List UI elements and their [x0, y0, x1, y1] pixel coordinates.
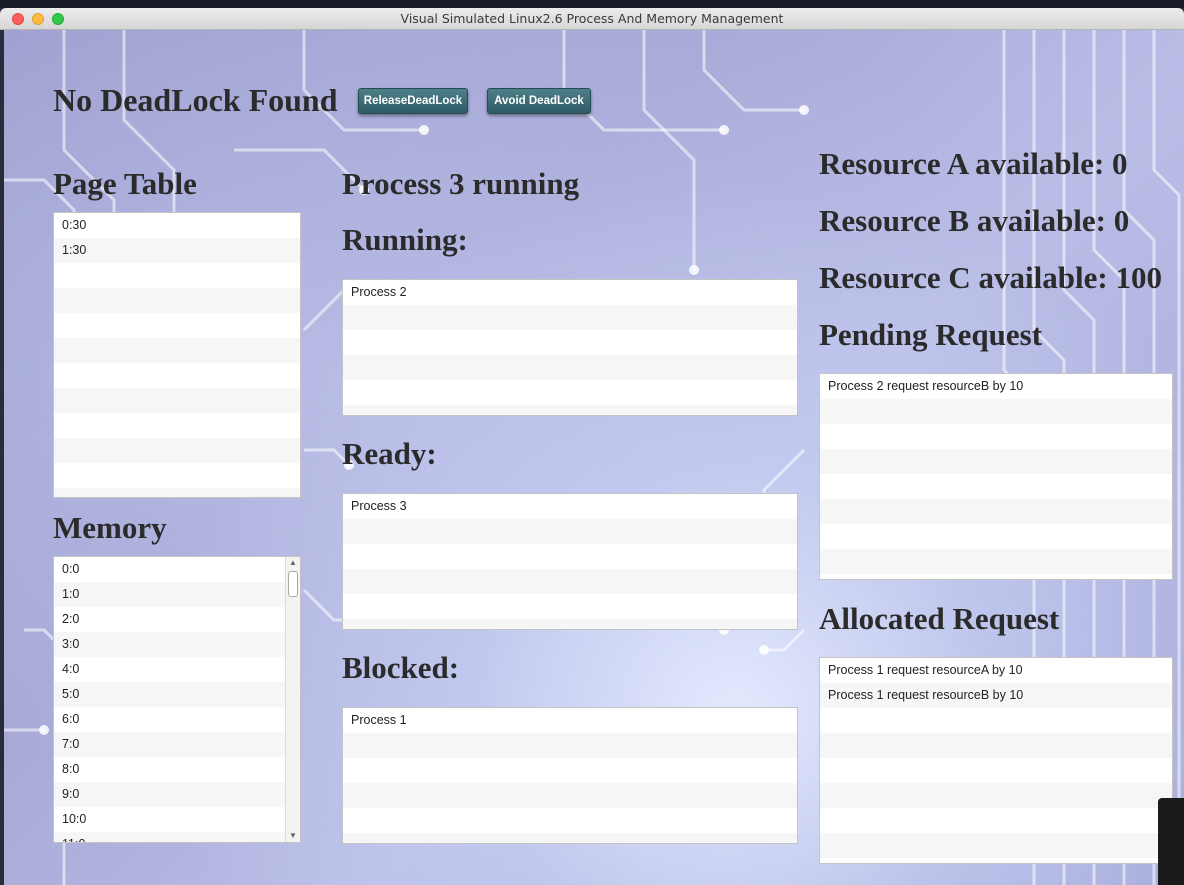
deadlock-status: No DeadLock Found: [53, 82, 338, 118]
list-item[interactable]: [54, 388, 300, 413]
list-item[interactable]: [820, 524, 1172, 549]
memory-scrollbar[interactable]: ▲ ▼: [285, 557, 300, 842]
list-item[interactable]: [820, 733, 1172, 758]
resource-b-status: Resource B available: 0: [819, 203, 1130, 238]
blocked-list[interactable]: Process 1: [342, 707, 798, 844]
list-item[interactable]: 10:0: [54, 807, 285, 832]
blocked-heading: Blocked:: [342, 650, 460, 685]
scroll-thumb[interactable]: [288, 571, 298, 597]
list-item[interactable]: [343, 305, 797, 330]
list-item[interactable]: [343, 733, 797, 758]
list-item[interactable]: Process 2 request resourceB by 10: [820, 374, 1172, 399]
list-item[interactable]: [343, 569, 797, 594]
list-item[interactable]: [820, 549, 1172, 574]
list-item[interactable]: [343, 783, 797, 808]
list-item[interactable]: [820, 574, 1172, 579]
list-item[interactable]: [820, 449, 1172, 474]
window-title: Visual Simulated Linux2.6 Process And Me…: [400, 11, 784, 26]
current-process-status: Process 3 running: [342, 166, 580, 201]
list-item[interactable]: [54, 288, 300, 313]
main-panel: No DeadLock Found ReleaseDeadLock Avoid …: [4, 30, 1184, 885]
memory-heading: Memory: [53, 510, 167, 545]
list-item[interactable]: Process 1: [343, 708, 797, 733]
memory-list-viewport: 0:0 1:0 2:0 3:0 4:0 5:0 6:0 7:0 8:0 9:0 …: [54, 557, 285, 842]
list-item[interactable]: 4:0: [54, 657, 285, 682]
list-item[interactable]: Process 1 request resourceB by 10: [820, 683, 1172, 708]
ready-heading: Ready:: [342, 436, 437, 471]
list-item[interactable]: [343, 380, 797, 405]
page-table-list[interactable]: 0:30 1:30: [53, 212, 301, 498]
ready-list[interactable]: Process 3: [342, 493, 798, 630]
list-item[interactable]: [54, 363, 300, 388]
list-item[interactable]: [343, 833, 797, 843]
scroll-down-icon[interactable]: ▼: [289, 831, 297, 841]
allocated-request-list[interactable]: Process 1 request resourceA by 10 Proces…: [819, 657, 1173, 864]
allocated-request-heading: Allocated Request: [819, 601, 1060, 636]
list-item[interactable]: 8:0: [54, 757, 285, 782]
list-item[interactable]: [343, 619, 797, 629]
list-item[interactable]: [820, 474, 1172, 499]
list-item[interactable]: 0:30: [54, 213, 300, 238]
list-item[interactable]: [820, 424, 1172, 449]
list-item[interactable]: [343, 544, 797, 569]
title-bar: Visual Simulated Linux2.6 Process And Me…: [0, 8, 1184, 30]
close-window-button[interactable]: [12, 13, 24, 25]
pending-request-list[interactable]: Process 2 request resourceB by 10: [819, 373, 1173, 580]
list-item[interactable]: [820, 399, 1172, 424]
resource-a-status: Resource A available: 0: [819, 146, 1128, 181]
avoid-deadlock-button[interactable]: Avoid DeadLock: [487, 88, 591, 114]
list-item[interactable]: [820, 783, 1172, 808]
page-table-heading: Page Table: [53, 166, 197, 201]
list-item[interactable]: [343, 758, 797, 783]
memory-list[interactable]: 0:0 1:0 2:0 3:0 4:0 5:0 6:0 7:0 8:0 9:0 …: [53, 556, 301, 843]
list-item[interactable]: 5:0: [54, 682, 285, 707]
list-item[interactable]: [343, 808, 797, 833]
list-item[interactable]: 6:0: [54, 707, 285, 732]
list-item[interactable]: [820, 499, 1172, 524]
pending-request-heading: Pending Request: [819, 317, 1043, 352]
list-item[interactable]: [54, 463, 300, 488]
list-item[interactable]: [54, 413, 300, 438]
list-item[interactable]: 11:0: [54, 832, 285, 842]
resource-c-status: Resource C available: 100: [819, 260, 1162, 295]
list-item[interactable]: [820, 808, 1172, 833]
list-item[interactable]: [820, 833, 1172, 858]
minimize-window-button[interactable]: [32, 13, 44, 25]
system-menubar: [0, 0, 1184, 8]
list-item[interactable]: [343, 355, 797, 380]
list-item[interactable]: Process 2: [343, 280, 797, 305]
list-item[interactable]: [820, 758, 1172, 783]
release-deadlock-button[interactable]: ReleaseDeadLock: [358, 88, 468, 114]
window-controls: [12, 13, 64, 25]
list-item[interactable]: [54, 338, 300, 363]
maximize-window-button[interactable]: [52, 13, 64, 25]
list-item[interactable]: Process 3: [343, 494, 797, 519]
list-item[interactable]: [54, 438, 300, 463]
app-window: Visual Simulated Linux2.6 Process And Me…: [0, 8, 1184, 885]
list-item[interactable]: 1:30: [54, 238, 300, 263]
list-item[interactable]: [343, 519, 797, 544]
list-item[interactable]: [54, 313, 300, 338]
running-list[interactable]: Process 2: [342, 279, 798, 416]
list-item[interactable]: 3:0: [54, 632, 285, 657]
list-item[interactable]: 9:0: [54, 782, 285, 807]
list-item[interactable]: [820, 858, 1172, 863]
list-item[interactable]: [343, 330, 797, 355]
list-item[interactable]: [54, 488, 300, 497]
list-item[interactable]: 7:0: [54, 732, 285, 757]
list-item[interactable]: [820, 708, 1172, 733]
corner-overlay: [1158, 798, 1184, 885]
scroll-up-icon[interactable]: ▲: [289, 558, 297, 568]
list-item[interactable]: 1:0: [54, 582, 285, 607]
running-heading: Running:: [342, 222, 468, 257]
list-item[interactable]: [343, 405, 797, 415]
list-item[interactable]: [343, 594, 797, 619]
list-item[interactable]: 2:0: [54, 607, 285, 632]
list-item[interactable]: Process 1 request resourceA by 10: [820, 658, 1172, 683]
list-item[interactable]: [54, 263, 300, 288]
list-item[interactable]: 0:0: [54, 557, 285, 582]
